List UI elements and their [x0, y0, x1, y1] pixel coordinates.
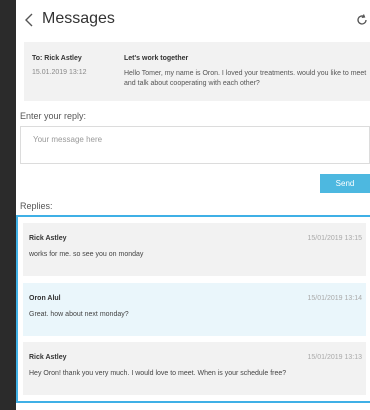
- message-date: 15.01.2019 13:12: [32, 69, 87, 76]
- reply-date: 15/01/2019 13:14: [307, 295, 363, 302]
- send-button[interactable]: Send: [320, 174, 370, 193]
- reply-author: Rick Astley: [29, 354, 67, 361]
- chevron-left-icon[interactable]: [22, 12, 36, 28]
- message-body: Hello Tomer, my name is Oron. I loved yo…: [124, 70, 367, 87]
- reply-item: Oron Alul 15/01/2019 13:14 Great. how ab…: [23, 283, 366, 336]
- replies-label: Replies:: [20, 201, 53, 211]
- replies-list: Rick Astley 15/01/2019 13:15 works for m…: [16, 215, 370, 403]
- message-subject: Let's work together: [124, 55, 189, 62]
- page-title: Messages: [42, 10, 115, 27]
- refresh-icon[interactable]: [356, 14, 368, 26]
- original-message: To: Rick Astley 15.01.2019 13:12 Let's w…: [24, 42, 370, 101]
- reply-item: Rick Astley 15/01/2019 13:15 works for m…: [23, 223, 366, 276]
- reply-author: Oron Alul: [29, 295, 61, 302]
- header: Messages: [16, 0, 370, 40]
- reply-text: Hey Oron! thank you very much. I would l…: [29, 370, 287, 377]
- reply-date: 15/01/2019 13:13: [307, 354, 363, 361]
- reply-author: Rick Astley: [29, 235, 67, 242]
- reply-date: 15/01/2019 13:15: [307, 235, 363, 242]
- message-recipient: To: Rick Astley: [32, 55, 82, 62]
- messages-panel: Messages To: Rick Astley 15.01.2019 13:1…: [16, 0, 370, 410]
- reply-item: Rick Astley 15/01/2019 13:13 Hey Oron! t…: [23, 342, 366, 395]
- reply-label: Enter your reply:: [20, 111, 87, 121]
- reply-text: Great. how about next monday?: [29, 311, 129, 318]
- reply-input[interactable]: [20, 126, 370, 164]
- reply-text: works for me. so see you on monday: [29, 251, 144, 258]
